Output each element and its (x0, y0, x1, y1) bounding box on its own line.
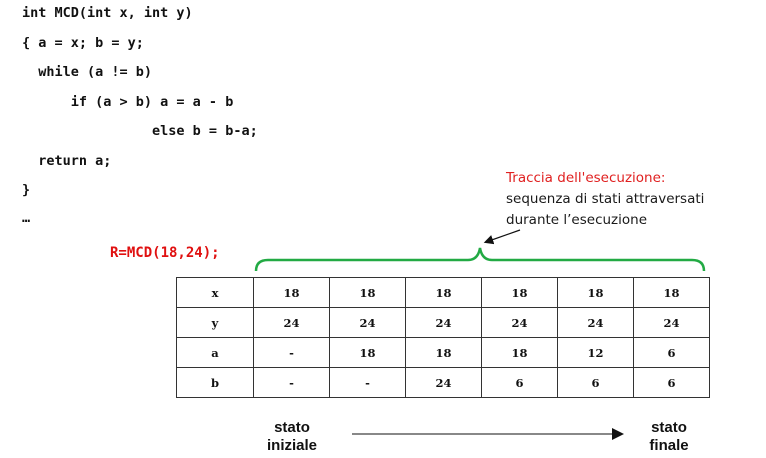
value-cell: - (253, 337, 330, 368)
value-cell: 18 (481, 277, 558, 308)
value-cell: 24 (557, 307, 634, 338)
final-state-label: stato finale (634, 419, 704, 455)
value-cell: 24 (633, 307, 710, 338)
value-cell: 24 (481, 307, 558, 338)
var-label-cell: a (176, 337, 254, 368)
value-cell: 18 (329, 277, 406, 308)
var-label-cell: x (176, 277, 254, 308)
table-row: b - - 24 6 6 6 (176, 367, 710, 398)
final-state-line-1: stato (651, 419, 687, 436)
initial-state-line-1: stato (274, 419, 310, 436)
value-cell: 6 (633, 367, 710, 398)
value-cell: 18 (557, 277, 634, 308)
annotation-arrow (483, 229, 521, 245)
value-cell: - (253, 367, 330, 398)
initial-state-label: stato iniziale (256, 419, 328, 455)
final-state-line-2: finale (649, 437, 689, 454)
value-cell: 18 (633, 277, 710, 308)
table-row: y 24 24 24 24 24 24 (176, 307, 710, 338)
value-cell: 6 (481, 367, 558, 398)
table-row: x 18 18 18 18 18 18 (176, 277, 710, 308)
value-cell: 24 (405, 367, 482, 398)
value-cell: - (329, 367, 406, 398)
value-cell: 6 (633, 337, 710, 368)
var-label-cell: y (176, 307, 254, 338)
green-brace (254, 247, 706, 272)
value-cell: 6 (557, 367, 634, 398)
value-cell: 18 (405, 337, 482, 368)
value-cell: 24 (405, 307, 482, 338)
value-cell: 18 (329, 337, 406, 368)
table-row: a - 18 18 18 12 6 (176, 337, 710, 368)
slide: int MCD(int x, int y) { a = x; b = y; wh… (0, 0, 766, 458)
value-cell: 12 (557, 337, 634, 368)
initial-state-line-2: iniziale (266, 437, 318, 454)
trace-table: x 18 18 18 18 18 18 y 24 24 24 24 24 24 … (176, 277, 710, 398)
value-cell: 18 (253, 277, 330, 308)
value-cell: 24 (253, 307, 330, 338)
value-cell: 24 (329, 307, 406, 338)
var-label-cell: b (176, 367, 254, 398)
state-progress-arrowhead (612, 428, 624, 440)
value-cell: 18 (481, 337, 558, 368)
trace-table-body: x 18 18 18 18 18 18 y 24 24 24 24 24 24 … (176, 277, 710, 398)
value-cell: 18 (405, 277, 482, 308)
